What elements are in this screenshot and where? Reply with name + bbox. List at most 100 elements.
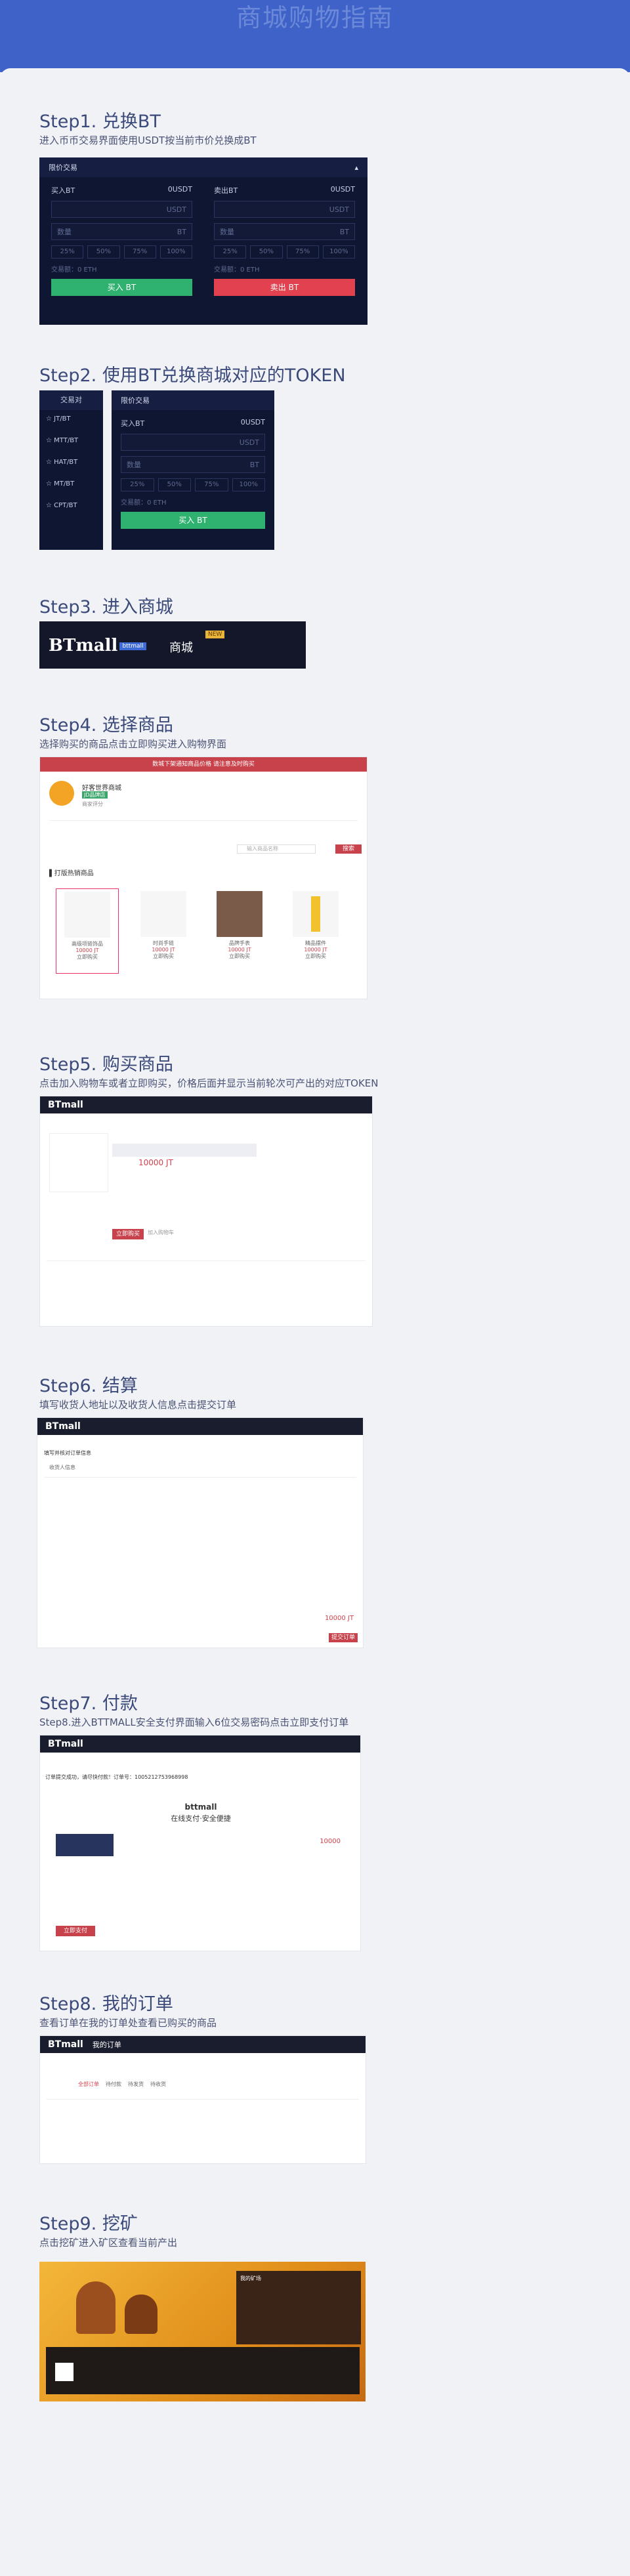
page-title: 商城购物指南 — [236, 3, 394, 32]
mall-banner[interactable]: BTmall bttmall 商城 NEW — [39, 621, 306, 669]
pct-25[interactable]: 25% — [214, 245, 247, 259]
pair-item-mtt[interactable]: ☆ MTT/BT — [46, 437, 96, 444]
pct-100[interactable]: 100% — [232, 478, 265, 491]
buy-bt-button[interactable]: 买入 BT — [121, 512, 265, 529]
new-badge: NEW — [205, 631, 225, 638]
mall-label: 商城 — [169, 641, 193, 655]
my-orders-nav[interactable]: 我的订单 — [93, 2039, 121, 2050]
sell-bt-button[interactable]: 卖出 BT — [214, 279, 355, 296]
product-card[interactable]: 时尚手链 10000 JT 立即购买 — [132, 888, 195, 974]
mine-icon — [55, 2363, 74, 2381]
product-card[interactable]: 高级项链饰品 10000 JT 立即购买 — [56, 888, 119, 974]
collapse-icon[interactable]: ▴ — [354, 163, 358, 172]
sell-price: 0USDT — [330, 185, 355, 194]
store-name: 好客世界商城 — [82, 785, 121, 792]
bttmall-logo: BTmall bttmall — [49, 636, 146, 655]
tab-pending-pay[interactable]: 待付款 — [106, 2081, 121, 2088]
step3-title: Step3. 进入商城 — [39, 597, 173, 617]
pay-card — [56, 1834, 114, 1856]
store-rating: 商家评分 — [82, 801, 103, 807]
store-logo — [49, 781, 74, 806]
pair-list-panel: 交易对 ☆ JT/BT ☆ MTT/BT ☆ HAT/BT ☆ MT/BT ☆ … — [39, 390, 103, 550]
buy-qty-input[interactable]: 数量 BT — [51, 223, 192, 240]
pay-subtitle: 在线支付·安全便捷 — [171, 1814, 231, 1823]
order-tabs: 全部订单 待付款 待发货 待收货 — [78, 2081, 166, 2088]
product-name — [112, 1144, 257, 1157]
step5-title: Step5. 购买商品 — [39, 1054, 173, 1075]
pct-50[interactable]: 50% — [87, 245, 120, 259]
buy-bt-button[interactable]: 买入 BT — [51, 279, 192, 296]
limit-order-tab[interactable]: 限价交易 — [49, 162, 77, 173]
pay-title: bttmall — [184, 1802, 217, 1812]
pct-75[interactable]: 75% — [286, 245, 319, 259]
products-title: ▌打版热销商品 — [49, 870, 94, 877]
order-body — [44, 1477, 356, 1595]
tab-pending-receive[interactable]: 待收货 — [150, 2081, 166, 2088]
hero-banner: 商城购物指南 — [0, 0, 630, 72]
order-table — [47, 2099, 359, 2151]
step1-trade-panel: 限价交易 ▴ 买入BT 0USDT USDT 数量 BT 25% 50% 75% 1… — [39, 157, 368, 325]
pair-item-cpt[interactable]: ☆ CPT/BT — [46, 502, 96, 509]
submit-order-button[interactable]: 提交订单 — [329, 1633, 358, 1642]
step2-trade-panel: 限价交易 买入BT 0USDT USDT 数量 BT 25% 50% 75% 100… — [112, 390, 274, 550]
step4-title: Step4. 选择商品 — [39, 715, 173, 736]
pct-50[interactable]: 50% — [250, 245, 283, 259]
pair-item-jt[interactable]: ☆ JT/BT — [46, 415, 96, 423]
product-card[interactable]: 品牌手表 10000 JT 立即购买 — [208, 888, 271, 974]
step7-title: Step7. 付款 — [39, 1693, 138, 1714]
step6-title: Step6. 结算 — [39, 1376, 138, 1396]
pct-75[interactable]: 75% — [123, 245, 156, 259]
buy-percent-group: 25% 50% 75% 100% — [121, 478, 265, 491]
buy-volume: 交易额：0 ETH — [121, 499, 167, 507]
buy-price-input[interactable]: USDT — [51, 201, 192, 218]
search-button[interactable]: 搜索 — [335, 844, 362, 854]
pct-75[interactable]: 75% — [195, 478, 228, 491]
bttmall-logo: BTmall — [45, 1421, 81, 1432]
pay-now-button[interactable]: 立即支付 — [56, 1926, 95, 1936]
step2-title: Step2. 使用BT兑换商城对应的TOKEN — [39, 365, 346, 386]
buy-price-input[interactable]: USDT — [121, 434, 265, 451]
add-to-cart-button[interactable]: 加入购物车 — [148, 1229, 174, 1236]
sell-label: 卖出BT — [214, 186, 238, 195]
step7-desc: Step8.进入BTTMALL安全支付界面输入6位交易密码点击立即支付订单 — [39, 1716, 349, 1728]
tab-all-orders[interactable]: 全部订单 — [78, 2081, 99, 2088]
buy-label: 买入BT — [51, 186, 75, 195]
product-image — [49, 1133, 108, 1192]
mine-info-panel: 我的矿场 — [236, 2271, 361, 2344]
mining-screenshot: 我的矿场 — [39, 2262, 366, 2401]
sell-price-input[interactable]: USDT — [214, 201, 355, 218]
miner-figure — [125, 2295, 158, 2334]
sell-qty-input[interactable]: 数量 BT — [214, 223, 355, 240]
buy-label: 买入BT — [121, 419, 145, 428]
pair-item-hat[interactable]: ☆ HAT/BT — [46, 459, 96, 466]
bttmall-logo: BTmall — [48, 1100, 83, 1110]
step8-desc: 查看订单在我的订单处查看已购买的商品 — [39, 2017, 217, 2029]
address-section: 收货人信息 — [49, 1465, 75, 1470]
limit-order-tab[interactable]: 限价交易 — [121, 395, 150, 405]
buy-qty-input[interactable]: 数量 BT — [121, 456, 265, 473]
search-input[interactable]: 输入商品名称 — [237, 844, 316, 854]
product-card[interactable]: 精品摆件 10000 JT 立即购买 — [284, 888, 347, 974]
product-info — [47, 1260, 366, 1313]
bttmall-logo: BTmall — [48, 2039, 83, 2050]
pct-100[interactable]: 100% — [159, 245, 192, 259]
payment-screenshot: BTmall 订单提交成功，请尽快付款！订单号：1005212753968998… — [39, 1735, 361, 1951]
pct-25[interactable]: 25% — [121, 478, 154, 491]
step1-title: Step1. 兑换BT — [39, 112, 161, 132]
sell-volume: 交易额：0 ETH — [214, 266, 260, 274]
order-message: 订单提交成功，请尽快付款！订单号：1005212753968998 — [45, 1774, 188, 1780]
orders-screenshot: BTmall 我的订单 全部订单 待付款 待发货 待收货 — [39, 2035, 366, 2164]
notice-bar: 数城下架通知商品价格 请注意及时购买 — [40, 757, 367, 772]
step6-desc: 填写收货人地址以及收货人信息点击提交订单 — [39, 1399, 237, 1411]
checkout-heading: 填写并核对订单信息 — [44, 1450, 91, 1456]
pct-25[interactable]: 25% — [51, 245, 84, 259]
checkout-screenshot: BTmall 填写并核对订单信息 收货人信息 10000 JT 提交订单 — [37, 1417, 364, 1648]
step9-desc: 点击挖矿进入矿区查看当前产出 — [39, 2237, 178, 2249]
pct-50[interactable]: 50% — [158, 478, 191, 491]
buy-now-button[interactable]: 立即购买 — [112, 1229, 144, 1239]
shop-screenshot: 数城下架通知商品价格 请注意及时购买 好客世界商城 JD品牌店 商家评分 输入商… — [39, 757, 368, 999]
pair-item-mt[interactable]: ☆ MT/BT — [46, 480, 96, 488]
tab-pending-ship[interactable]: 待发货 — [128, 2081, 144, 2088]
product-detail-screenshot: BTmall 10000 JT 立即购买 加入购物车 — [39, 1096, 373, 1327]
pct-100[interactable]: 100% — [322, 245, 355, 259]
